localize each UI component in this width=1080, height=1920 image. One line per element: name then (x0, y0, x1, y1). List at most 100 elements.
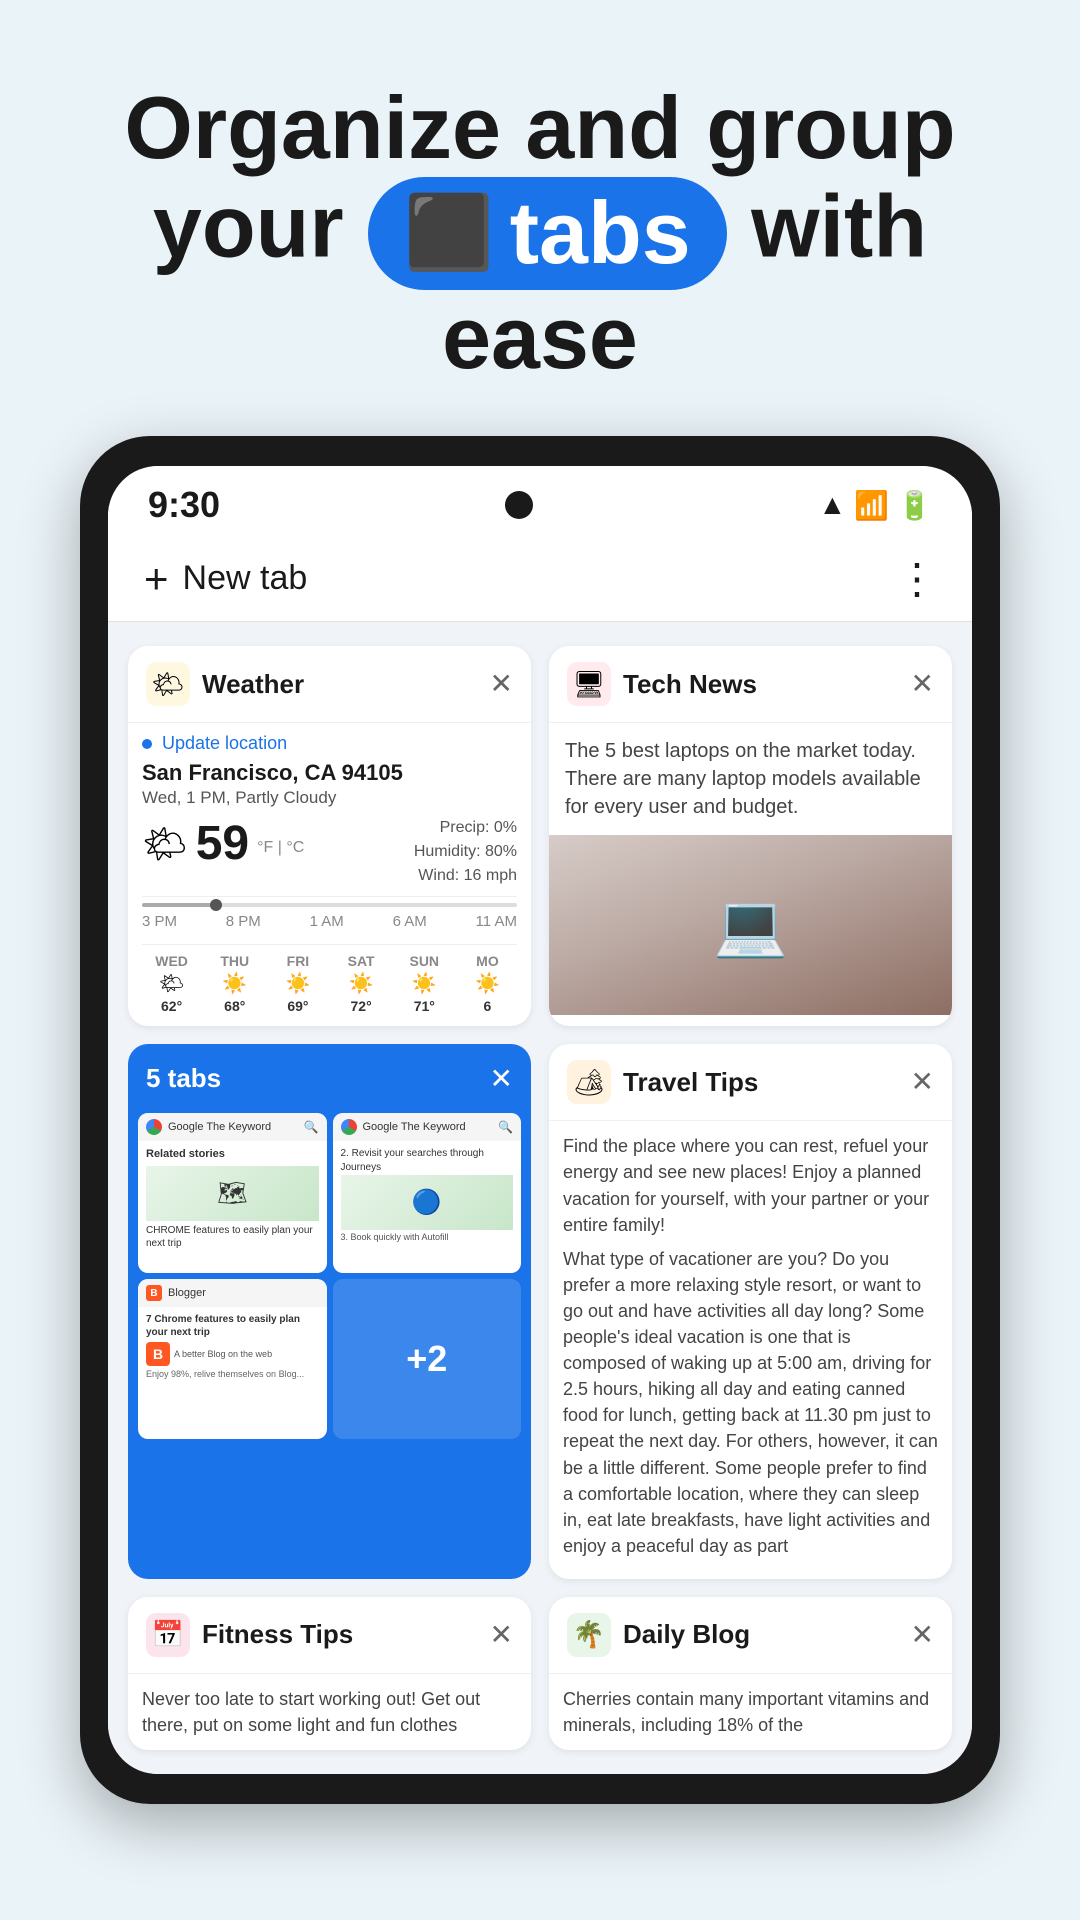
weather-humidity: Humidity: 80% (414, 840, 517, 864)
weather-card-body: Update location San Francisco, CA 94105 … (128, 723, 531, 1026)
weather-emoji-icon: 🌤 (142, 823, 188, 865)
tabs-pill-icon: ⬛ (404, 194, 494, 273)
tech-news-card-header: 🖥 Tech News ✕ (549, 646, 952, 723)
daily-blog-card-icon: 🌴 (567, 1613, 611, 1657)
status-icons: ▲ 📶 🔋 (819, 489, 932, 522)
hero-section: Organize and group your ⬛ tabs with ease (0, 0, 1080, 436)
mini-tab-2-desc: 3. Book quickly with Autofill (341, 1232, 514, 1244)
weather-temp-row: 🌤 59 °F | °C Precip: 0% Humidity: 80% Wi… (142, 816, 517, 888)
fitness-tips-text: Never too late to start working out! Get… (142, 1686, 517, 1738)
mini-tab-2-content: 2. Revisit your searches through Journey… (333, 1141, 522, 1250)
blogger-icon-small: B (146, 1342, 170, 1366)
daily-blog-card-title: Daily Blog (623, 1619, 899, 1650)
weather-temperature: 59 (196, 816, 249, 871)
fitness-tips-tab-card[interactable]: 📅 Fitness Tips ✕ Never too late to start… (128, 1597, 531, 1750)
blogger-text: Enjoy 98%, relive themselves on Blog... (146, 1369, 319, 1381)
tabs-group-header: 5 tabs ✕ (128, 1044, 531, 1113)
mini-tab-blogger[interactable]: B Blogger 7 Chrome features to easily pl… (138, 1279, 327, 1439)
mini-tab-1-content: Related stories 🗺 CHROME features to eas… (138, 1141, 327, 1255)
mini-tab-2-header: Google The Keyword 🔍 (333, 1113, 522, 1141)
weather-time-4: 6 AM (393, 913, 427, 930)
weather-forecast: WED 🌤 62° THU ☀️ 68° FRI ☀️ (142, 944, 517, 1014)
daily-blog-close-button[interactable]: ✕ (911, 1621, 934, 1649)
daily-blog-text: Cherries contain many important vitamins… (563, 1686, 938, 1738)
daily-blog-card-header: 🌴 Daily Blog ✕ (549, 1597, 952, 1674)
new-tab-button[interactable]: + New tab (144, 555, 307, 603)
weather-unit: °F | °C (257, 839, 304, 857)
tabs-group-label: 5 tabs (146, 1063, 221, 1094)
fitness-tips-card-title: Fitness Tips (202, 1619, 478, 1650)
wifi-icon: ▲ (819, 489, 847, 521)
tech-news-card-body: The 5 best laptops on the market today. … (549, 723, 952, 835)
more-options-icon[interactable]: ⋮ (896, 554, 936, 603)
tech-news-image: 💻 (549, 835, 952, 1015)
mini-tab-1-headline: Related stories (146, 1147, 319, 1161)
forecast-sat: SAT ☀️ 72° (332, 953, 391, 1014)
daily-blog-card-body: Cherries contain many important vitamins… (549, 1674, 952, 1750)
mini-tab-2-search-icon: 🔍 (498, 1120, 513, 1134)
mini-tab-2-url: Google The Keyword (363, 1121, 493, 1133)
plus-two-card[interactable]: +2 (333, 1279, 522, 1439)
tech-news-card-icon: 🖥 (567, 662, 611, 706)
phone-frame: 9:30 ▲ 📶 🔋 + New tab ⋮ (80, 436, 1000, 1804)
mini-chrome-logo-2 (341, 1119, 357, 1135)
phone-wrapper: 9:30 ▲ 📶 🔋 + New tab ⋮ (0, 436, 1080, 1844)
fitness-tips-close-button[interactable]: ✕ (490, 1621, 513, 1649)
travel-tips-card-body: Find the place where you can rest, refue… (549, 1121, 952, 1579)
tech-news-card-title: Tech News (623, 669, 899, 700)
hero-title: Organize and group your ⬛ tabs with ease (60, 80, 1020, 386)
travel-tips-tab-card[interactable]: 🏕 Travel Tips ✕ Find the place where you… (549, 1044, 952, 1579)
fitness-tips-card-body: Never too late to start working out! Get… (128, 1674, 531, 1750)
weather-close-button[interactable]: ✕ (490, 670, 513, 698)
weather-time-2: 8 PM (226, 913, 261, 930)
mini-tab-2[interactable]: Google The Keyword 🔍 2. Revisit your sea… (333, 1113, 522, 1273)
tabs-pill-label: tabs (510, 185, 691, 282)
mini-tab-1-img: 🗺 (146, 1166, 319, 1221)
blogger-url: Blogger (168, 1287, 319, 1299)
blogger-header: B Blogger (138, 1279, 327, 1307)
tech-news-text: The 5 best laptops on the market today. … (565, 737, 936, 821)
travel-tips-card-icon: 🏕 (567, 1060, 611, 1104)
status-bar: 9:30 ▲ 📶 🔋 (108, 466, 972, 536)
weather-description: Wed, 1 PM, Partly Cloudy (142, 788, 517, 808)
weather-time-3: 1 AM (310, 913, 344, 930)
forecast-fri: FRI ☀️ 69° (268, 953, 327, 1014)
weather-location: San Francisco, CA 94105 (142, 760, 517, 786)
daily-blog-tab-card[interactable]: 🌴 Daily Blog ✕ Cherries contain many imp… (549, 1597, 952, 1750)
tabs-group-card[interactable]: 5 tabs ✕ Google The Keyword 🔍 (128, 1044, 531, 1579)
blogger-desc: A better Blog on the web (174, 1349, 272, 1361)
chrome-header: + New tab ⋮ (108, 536, 972, 622)
weather-details: Precip: 0% Humidity: 80% Wind: 16 mph (414, 816, 517, 888)
weather-card-icon: 🌤 (146, 662, 190, 706)
mini-tab-1-header: Google The Keyword 🔍 (138, 1113, 327, 1141)
weather-times: 3 PM 8 PM 1 AM 6 AM 11 AM (142, 913, 517, 930)
tech-news-tab-card[interactable]: 🖥 Tech News ✕ The 5 best laptops on the … (549, 646, 952, 1026)
plus-two-label: +2 (406, 1338, 447, 1380)
new-tab-label: New tab (183, 559, 308, 598)
weather-precip: Precip: 0% (414, 816, 517, 840)
hero-line1: Organize and group (124, 78, 955, 177)
weather-card-header: 🌤 Weather ✕ (128, 646, 531, 723)
hero-line2-pre: your (153, 176, 344, 275)
mini-tab-1[interactable]: Google The Keyword 🔍 Related stories 🗺 C… (138, 1113, 327, 1273)
travel-tips-close-button[interactable]: ✕ (911, 1068, 934, 1096)
tech-news-close-button[interactable]: ✕ (911, 670, 934, 698)
mini-tab-1-search-icon: 🔍 (304, 1120, 319, 1134)
mini-tab-1-desc: CHROME features to easily plan your next… (146, 1224, 319, 1250)
battery-icon: 🔋 (897, 489, 932, 522)
weather-update-location[interactable]: Update location (142, 733, 517, 754)
weather-tab-card[interactable]: 🌤 Weather ✕ Update location San Francisc… (128, 646, 531, 1026)
tabs-group-close-button[interactable]: ✕ (490, 1062, 513, 1095)
weather-bar-indicator (210, 899, 222, 911)
blogger-content: 7 Chrome features to easily plan your ne… (138, 1307, 327, 1387)
mini-chrome-logo-1 (146, 1119, 162, 1135)
tabs-pill: ⬛ tabs (368, 177, 727, 290)
weather-temp-left: 🌤 59 °F | °C (142, 816, 304, 871)
blogger-headline: 7 Chrome features to easily plan your ne… (146, 1313, 319, 1339)
weather-time-5: 11 AM (476, 913, 517, 930)
weather-wind: Wind: 16 mph (414, 864, 517, 888)
tabs-grid: 🌤 Weather ✕ Update location San Francisc… (108, 622, 972, 1774)
status-time: 9:30 (148, 484, 220, 526)
laptop-illustration: 💻 (549, 835, 952, 1015)
update-location-label: Update location (162, 733, 287, 754)
